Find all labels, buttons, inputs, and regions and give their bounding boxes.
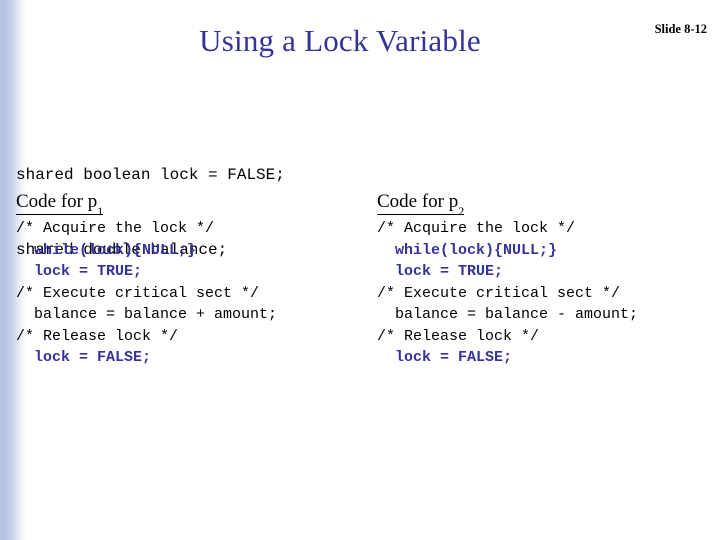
code-block-p1: /* Acquire the lock */ while(lock){NULL;… <box>16 218 366 369</box>
code-line-plain: balance = balance - amount; <box>377 306 639 323</box>
code-line-comment: /* Execute critical sect */ <box>377 284 621 302</box>
code-line-stmt: while(lock){NULL;} <box>377 241 558 259</box>
code-column-p2: Code for p2 /* Acquire the lock */ while… <box>377 190 720 369</box>
code-column-p1-heading: Code for p1 <box>16 190 104 218</box>
shared-declaration-line: shared boolean lock = FALSE; <box>16 166 285 184</box>
code-line-comment: /* Release lock */ <box>377 327 540 345</box>
slide-canvas: Using a Lock Variable Slide 8-12 shared … <box>0 0 720 540</box>
code-line-stmt: lock = FALSE; <box>377 349 513 366</box>
slide-number-label: Slide 8-12 <box>654 22 707 36</box>
page-title: Using a Lock Variable <box>199 23 481 58</box>
code-column-p2-heading: Code for p2 <box>377 190 465 218</box>
code-column-p2-heading-subscript: 2 <box>458 203 465 218</box>
code-line-comment: /* Release lock */ <box>16 327 179 345</box>
code-column-p1-heading-subscript: 1 <box>97 203 104 218</box>
code-line-comment: /* Execute critical sect */ <box>16 284 260 302</box>
code-block-p2: /* Acquire the lock */ while(lock){NULL;… <box>377 218 720 369</box>
code-line-plain: balance = balance + amount; <box>16 306 278 323</box>
code-line-comment: /* Acquire the lock */ <box>377 220 576 237</box>
code-line-stmt: lock = TRUE; <box>16 263 143 280</box>
code-column-p1: Code for p1 /* Acquire the lock */ while… <box>16 190 366 369</box>
code-line-stmt: while(lock){NULL;} <box>16 241 197 259</box>
code-line-stmt: lock = FALSE; <box>16 349 152 366</box>
code-column-p2-heading-text: Code for p <box>377 191 459 212</box>
code-column-p1-heading-text: Code for p <box>16 191 98 212</box>
code-line-stmt: lock = TRUE; <box>377 263 504 280</box>
code-line-comment: /* Acquire the lock */ <box>16 220 215 237</box>
